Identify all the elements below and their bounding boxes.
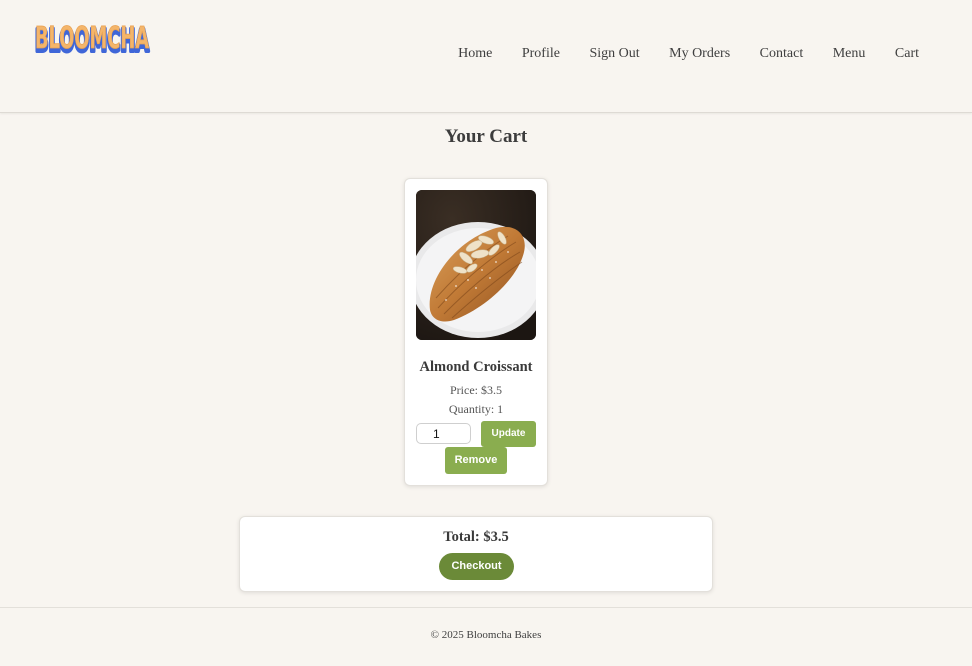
nav-profile[interactable]: Profile xyxy=(522,46,560,62)
remove-button[interactable]: Remove xyxy=(445,447,507,474)
site-header: BLOOMCHA BLOOMCHA Home Profile Sign Out … xyxy=(0,0,972,113)
page-title: Your Cart xyxy=(444,126,528,147)
copyright-text: © 2025 Bloomcha Bakes xyxy=(430,629,542,641)
quantity-input[interactable] xyxy=(416,423,471,444)
cart-item-card: Almond Croissant Price: $3.5 Quantity: 1… xyxy=(404,178,548,486)
site-footer: © 2025 Bloomcha Bakes xyxy=(0,607,972,666)
checkout-button[interactable]: Checkout xyxy=(439,553,514,580)
nav-menu[interactable]: Menu xyxy=(833,46,866,62)
nav-contact[interactable]: Contact xyxy=(760,46,804,62)
update-button[interactable]: Update xyxy=(481,421,536,447)
nav-cart[interactable]: Cart xyxy=(895,46,919,62)
cart-total: Total: $3.5 xyxy=(443,529,509,545)
svg-text:BLOOMCHA: BLOOMCHA xyxy=(35,21,149,56)
item-quantity: Quantity: 1 xyxy=(448,402,504,416)
nav-home[interactable]: Home xyxy=(458,46,492,62)
almond-croissant-photo xyxy=(416,190,536,340)
bloomcha-logo[interactable]: BLOOMCHA BLOOMCHA xyxy=(32,14,154,60)
item-price: Price: $3.5 xyxy=(450,383,502,397)
cart-summary: Total: $3.5 Checkout xyxy=(239,516,713,592)
main-nav: Home Profile Sign Out My Orders Contact … xyxy=(458,46,919,62)
item-name: Almond Croissant xyxy=(419,359,533,375)
nav-my-orders[interactable]: My Orders xyxy=(669,46,730,62)
nav-sign-out[interactable]: Sign Out xyxy=(589,46,639,62)
